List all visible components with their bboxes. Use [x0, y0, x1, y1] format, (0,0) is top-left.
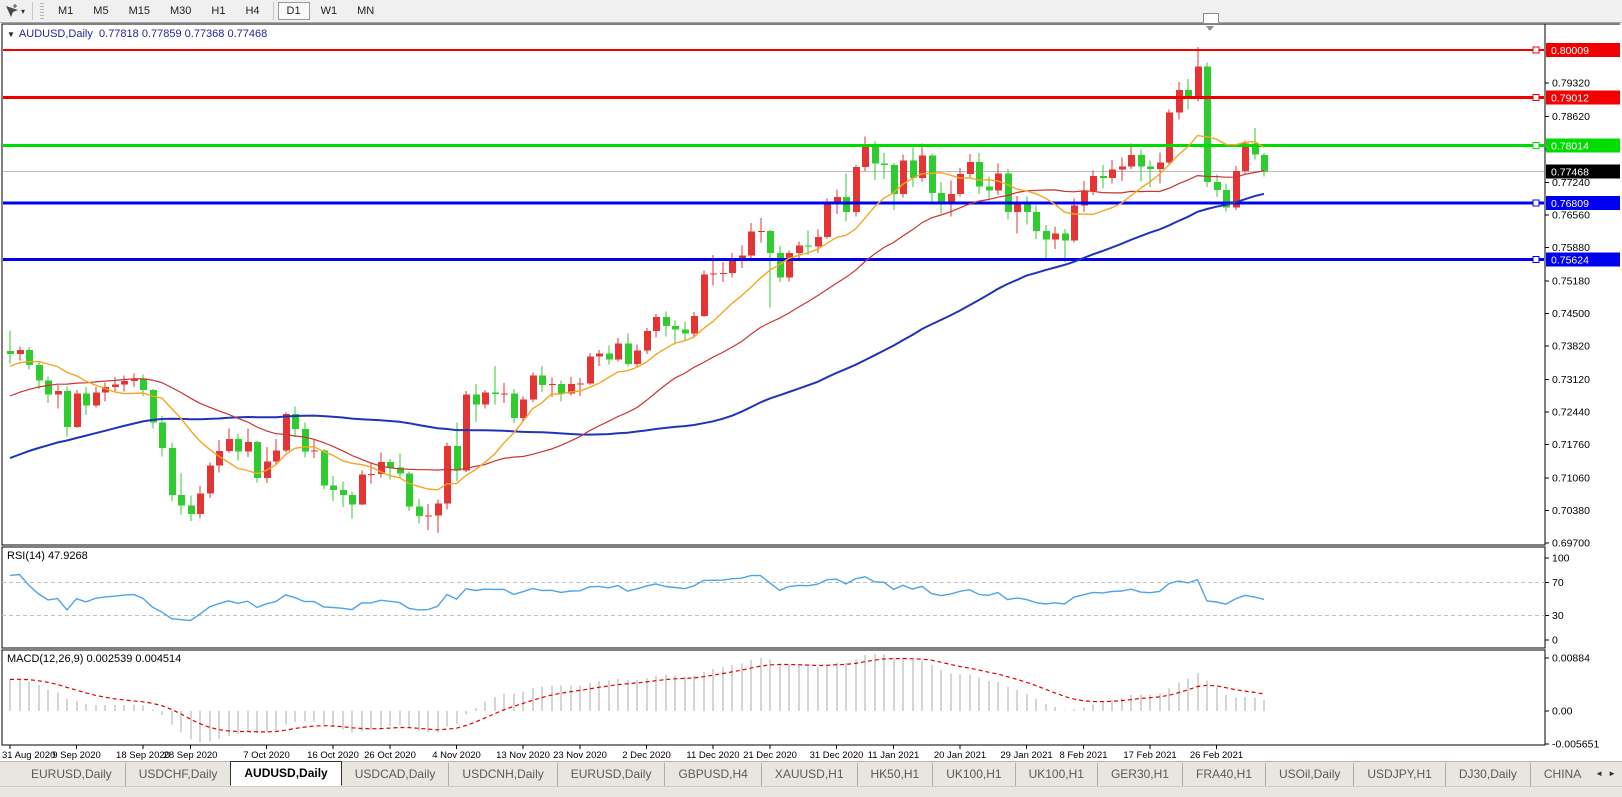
date-axis-label: 18 Sep 2020 [116, 750, 170, 761]
timeframe-button-w1[interactable]: W1 [312, 2, 347, 20]
price-axis-tick: 0.79320 [1552, 78, 1590, 90]
rsi-axis-tick: 70 [1552, 577, 1564, 589]
macd-axis-tick: 0.00 [1552, 706, 1573, 718]
toolbar-grip[interactable] [40, 3, 45, 19]
tab-xauusd-h1[interactable]: XAUUSD,H1 [760, 763, 857, 786]
tab-audusd-daily[interactable]: AUDUSD,Daily [230, 761, 342, 786]
price-axis-tick: 0.73820 [1552, 340, 1590, 352]
date-axis-label: 26 Oct 2020 [364, 750, 416, 761]
timeframe-toolbar: M1 M5 M15 M30 H1 H4 D1 W1 MN [48, 0, 384, 22]
price-badge-value: 0.77468 [1551, 167, 1589, 179]
chart-symbol-label: AUDUSD,Daily [18, 28, 93, 40]
price-badge-value: 0.80009 [1551, 45, 1589, 57]
date-axis-label: 11 Jan 2021 [868, 750, 920, 761]
price-axis-tick: 0.70380 [1552, 505, 1590, 517]
price-axis-tick: 0.77240 [1552, 177, 1590, 189]
price-badge-value: 0.75624 [1551, 255, 1589, 267]
price-axis-tick: 0.75880 [1552, 242, 1590, 254]
toolbar-separator [272, 2, 274, 20]
tab-uk100-h1[interactable]: UK100,H1 [1014, 763, 1097, 786]
price-axis-tick: 0.71060 [1552, 472, 1590, 484]
date-axis-label: 17 Feb 2021 [1123, 750, 1176, 761]
rsi-indicator-label: RSI(14) 47.9268 [7, 550, 88, 562]
price-axis-tick: 0.78620 [1552, 111, 1590, 123]
price-axis-tick: 0.75180 [1552, 275, 1590, 287]
dropdown-caret-icon: ▾ [21, 6, 26, 16]
toolbar: ▾ M1 M5 M15 M30 H1 H4 D1 W1 MN [0, 0, 1622, 23]
rsi-axis-tick: 0 [1552, 635, 1558, 647]
crosshair-cursor-icon [6, 3, 18, 17]
price-axis-tick: 0.73120 [1552, 374, 1590, 386]
date-axis-label: 8 Feb 2021 [1059, 750, 1107, 761]
macd-indicator-label: MACD(12,26,9) 0.002539 0.004514 [7, 653, 182, 665]
price-badge-value: 0.76809 [1551, 198, 1589, 210]
panel-frame [1, 23, 1546, 546]
tab-china300-h1[interactable]: CHINA300,H1 [1529, 763, 1582, 786]
tab-usdchf-daily[interactable]: USDCHF,Daily [124, 763, 231, 786]
date-axis-label: 13 Nov 2020 [496, 750, 550, 761]
chart-title: ▼ AUDUSD,Daily 0.77818 0.77859 0.77368 0.… [7, 28, 267, 40]
tab-eurusd-daily[interactable]: EURUSD,Daily [556, 763, 665, 786]
chart-tabs: EURUSD,Daily USDCHF,Daily AUDUSD,Daily USDC… [0, 761, 1582, 786]
timeframe-button-m5[interactable]: M5 [84, 2, 117, 20]
tab-dj30-daily[interactable]: DJ30,Daily [1444, 763, 1530, 786]
date-axis-label: 29 Jan 2021 [1000, 750, 1052, 761]
date-axis-label: 7 Oct 2020 [243, 750, 289, 761]
status-strip [0, 786, 1622, 797]
macd-axis-tick: -0.005651 [1552, 739, 1599, 751]
crosshair-tool-button[interactable]: ▾ [0, 1, 29, 21]
chart-corner-button[interactable] [1203, 13, 1219, 24]
rsi-axis-tick: 100 [1552, 553, 1570, 565]
panel-frame [1, 546, 1546, 649]
date-axis-label: 9 Sep 2020 [52, 750, 101, 761]
price-axis-tick: 0.71760 [1552, 439, 1590, 451]
tab-usdcnh-daily[interactable]: USDCNH,Daily [448, 763, 556, 786]
toolbar-separator [32, 2, 34, 20]
date-axis-label: 16 Oct 2020 [307, 750, 359, 761]
timeframe-button-d1[interactable]: D1 [277, 2, 310, 20]
date-axis-label: 26 Feb 2021 [1190, 750, 1243, 761]
price-axis-tick: 0.69700 [1552, 537, 1590, 549]
date-axis-label: 23 Nov 2020 [553, 750, 607, 761]
date-axis-label: 31 Aug 2020 [2, 750, 55, 761]
timeframe-button-h4[interactable]: H4 [236, 2, 268, 20]
price-badge-value: 0.78014 [1551, 140, 1589, 152]
timeframe-button-m1[interactable]: M1 [49, 2, 82, 20]
tab-uk100-h1[interactable]: UK100,H1 [932, 763, 1014, 786]
chart-tab-bar: EURUSD,Daily USDCHF,Daily AUDUSD,Daily USDC… [0, 761, 1622, 786]
date-axis: 31 Aug 20209 Sep 2020 18 Sep 202028 Sep 2… [2, 745, 1243, 761]
date-axis-label: 31 Dec 2020 [810, 750, 864, 761]
macd-axis-tick: 0.00884 [1552, 653, 1590, 665]
tabs-scroll-left-button[interactable]: ◄ [1595, 769, 1603, 778]
date-axis-label: 11 Dec 2020 [686, 750, 739, 761]
price-axis-tick: 0.72440 [1552, 406, 1590, 418]
timeframe-button-m15[interactable]: M15 [120, 2, 159, 20]
date-axis-label: 21 Dec 2020 [743, 750, 797, 761]
tab-scroll-arrows: ◄ ► [1582, 761, 1622, 786]
tab-ger30-h1[interactable]: GER30,H1 [1096, 763, 1182, 786]
tabs-scroll-right-button[interactable]: ► [1608, 769, 1616, 778]
tab-usdcad-daily[interactable]: USDCAD,Daily [342, 763, 449, 786]
rsi-axis-tick: 30 [1552, 610, 1564, 622]
timeframe-button-m30[interactable]: M30 [161, 2, 200, 20]
date-axis-label: 28 Sep 2020 [164, 750, 218, 761]
date-axis-label: 4 Nov 2020 [432, 750, 481, 761]
date-axis-label: 2 Dec 2020 [622, 750, 671, 761]
timeframe-button-mn[interactable]: MN [348, 2, 383, 20]
tab-hk50-h1[interactable]: HK50,H1 [856, 763, 933, 786]
price-axis-tick: 0.76560 [1552, 209, 1590, 221]
price-axis-tick: 0.74500 [1552, 308, 1590, 320]
tab-gbpusd-h4[interactable]: GBPUSD,H4 [664, 763, 760, 786]
tab-usdjpy-h1[interactable]: USDJPY,H1 [1353, 763, 1444, 786]
date-axis-label: 20 Jan 2021 [934, 750, 986, 761]
price-badge-value: 0.79012 [1551, 93, 1589, 105]
tab-usoil-daily[interactable]: USOil,Daily [1265, 763, 1353, 786]
tab-eurusd-daily[interactable]: EURUSD,Daily [18, 763, 125, 786]
chart-ohlc-values: 0.77818 0.77859 0.77368 0.77468 [99, 28, 268, 40]
collapse-arrow-icon[interactable]: ▼ [7, 30, 15, 39]
timeframe-button-h1[interactable]: H1 [202, 2, 234, 20]
chart-canvas[interactable]: 0.793200.786200.779400.772400.765600.758… [0, 0, 1622, 797]
tab-fra40-h1[interactable]: FRA40,H1 [1181, 763, 1265, 786]
